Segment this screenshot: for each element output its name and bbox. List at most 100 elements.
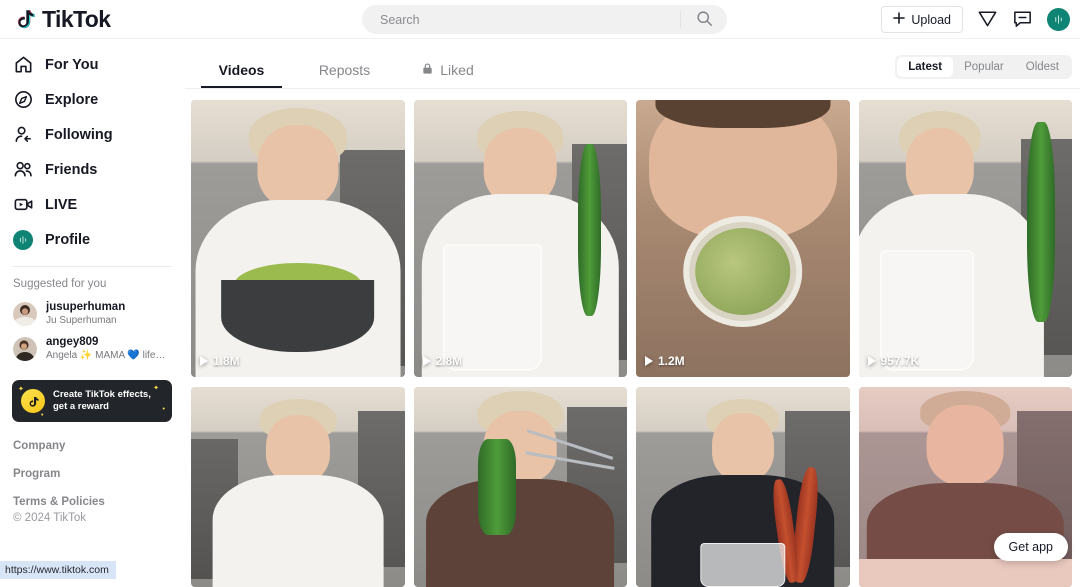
video-thumbnail	[636, 387, 850, 587]
sidebar-item-friends[interactable]: Friends	[0, 152, 184, 187]
avatar-glyph	[1052, 13, 1065, 26]
tab-label: Reposts	[319, 62, 370, 78]
sidebar-item-profile[interactable]: Profile	[0, 222, 184, 257]
sort-filter-group: Latest Popular Oldest	[895, 55, 1072, 79]
avatar	[13, 337, 37, 361]
view-count: 2.8M	[423, 354, 463, 368]
play-icon	[423, 356, 431, 366]
view-count: 957.7K	[868, 354, 920, 368]
header-actions: Upload	[881, 0, 1070, 39]
view-count-value: 957.7K	[881, 354, 920, 368]
suggested-text: angey809 Angela ✨ MAMA 💙 lifesty...	[46, 335, 166, 362]
suggested-account-1[interactable]: jusuperhuman Ju Superhuman	[0, 296, 184, 331]
copyright-text: © 2024 TikTok	[13, 512, 184, 524]
main-content: Videos Reposts Liked Latest Popular Olde…	[185, 39, 1080, 579]
sidebar-label: Friends	[45, 162, 97, 178]
get-app-button[interactable]: Get app	[994, 533, 1068, 561]
footer-link-terms[interactable]: Terms & Policies	[13, 496, 184, 508]
promo-text: Create TikTok effects, get a reward	[53, 389, 151, 413]
sidebar-label: LIVE	[45, 197, 77, 213]
sort-pill-popular[interactable]: Popular	[953, 57, 1015, 77]
video-card[interactable]	[191, 387, 405, 587]
messages-button[interactable]	[1012, 8, 1033, 32]
sidebar-item-explore[interactable]: Explore	[0, 82, 184, 117]
tiktok-note-icon	[12, 6, 38, 32]
tiktok-wordmark: TikTok	[42, 6, 110, 33]
sidebar-footer: Company Program Terms & Policies © 2024 …	[0, 422, 184, 524]
account-handle: jusuperhuman	[46, 300, 125, 314]
avatar	[13, 302, 37, 326]
video-card[interactable]	[414, 387, 628, 587]
sort-pill-oldest[interactable]: Oldest	[1015, 57, 1070, 77]
tab-reposts[interactable]: Reposts	[298, 62, 391, 88]
sparkle-icon: ✦	[153, 384, 159, 392]
search-icon	[696, 10, 713, 30]
sidebar-label: Profile	[45, 232, 90, 248]
play-icon	[868, 356, 876, 366]
view-count: 1.8M	[200, 354, 240, 368]
tab-label: Liked	[440, 62, 473, 78]
tiktok-coin-icon	[21, 389, 45, 413]
search-button[interactable]	[681, 5, 727, 34]
sidebar-item-for-you[interactable]: For You	[0, 47, 184, 82]
video-grid: 1.8M 2.8M	[185, 89, 1080, 587]
profile-avatar-icon	[12, 229, 34, 251]
message-icon	[1012, 8, 1033, 32]
compass-icon	[12, 89, 34, 111]
search-input[interactable]	[362, 13, 680, 27]
suggested-text: jusuperhuman Ju Superhuman	[46, 300, 125, 327]
video-card[interactable]: 2.8M	[414, 100, 628, 377]
sparkle-icon: ✦	[18, 385, 24, 393]
tab-videos[interactable]: Videos	[195, 62, 288, 88]
profile-tabs: Videos Reposts Liked Latest Popular Olde…	[185, 39, 1080, 89]
video-card[interactable]	[636, 387, 850, 587]
sidebar-label: Following	[45, 127, 113, 143]
sparkle-icon: •	[41, 412, 43, 419]
home-icon	[12, 54, 34, 76]
sidebar-label: For You	[45, 57, 98, 73]
upload-label: Upload	[911, 13, 951, 27]
sidebar-item-following[interactable]: Following	[0, 117, 184, 152]
paper-plane-icon	[977, 8, 998, 32]
suggested-title: Suggested for you	[0, 267, 184, 296]
browser-status-bar: https://www.tiktok.com	[0, 561, 116, 579]
video-thumbnail	[636, 100, 850, 377]
video-card[interactable]: 1.2M	[636, 100, 850, 377]
view-count-value: 2.8M	[436, 354, 463, 368]
video-thumbnail	[859, 100, 1073, 377]
tab-liked[interactable]: Liked	[401, 62, 494, 88]
inbox-button[interactable]	[977, 8, 998, 32]
play-icon	[200, 356, 208, 366]
video-card[interactable]: 957.7K	[859, 100, 1073, 377]
footer-link-program[interactable]: Program	[13, 468, 184, 480]
suggested-account-2[interactable]: angey809 Angela ✨ MAMA 💙 lifesty...	[0, 331, 184, 366]
user-follow-icon	[12, 124, 34, 146]
view-count: 1.2M	[645, 354, 685, 368]
promo-line-2: get a reward	[53, 401, 151, 413]
left-sidebar: For You Explore Following	[0, 39, 185, 579]
live-video-icon	[12, 194, 34, 216]
video-thumbnail	[414, 100, 628, 377]
sidebar-item-live[interactable]: LIVE	[0, 187, 184, 222]
top-header: TikTok Upload	[0, 0, 1080, 39]
account-subtitle: Ju Superhuman	[46, 314, 125, 327]
tab-label: Videos	[219, 62, 265, 78]
view-count-value: 1.8M	[213, 354, 240, 368]
view-count-value: 1.2M	[658, 354, 685, 368]
profile-avatar[interactable]	[1047, 8, 1070, 31]
play-icon	[645, 356, 653, 366]
footer-link-company[interactable]: Company	[13, 440, 184, 452]
upload-button[interactable]: Upload	[881, 6, 963, 33]
video-card[interactable]: 1.8M	[191, 100, 405, 377]
sort-pill-latest[interactable]: Latest	[897, 57, 953, 77]
plus-icon	[893, 12, 905, 27]
account-subtitle: Angela ✨ MAMA 💙 lifesty...	[46, 349, 166, 362]
create-effects-promo-banner[interactable]: ✦ ✦ • • Create TikTok effects, get a rew…	[12, 380, 172, 422]
search-bar[interactable]	[362, 5, 727, 34]
lock-icon	[421, 62, 434, 78]
sparkle-icon: •	[163, 406, 165, 413]
video-thumbnail	[191, 387, 405, 587]
promo-line-1: Create TikTok effects,	[53, 389, 151, 401]
tiktok-logo[interactable]: TikTok	[12, 6, 182, 33]
account-handle: angey809	[46, 335, 166, 349]
